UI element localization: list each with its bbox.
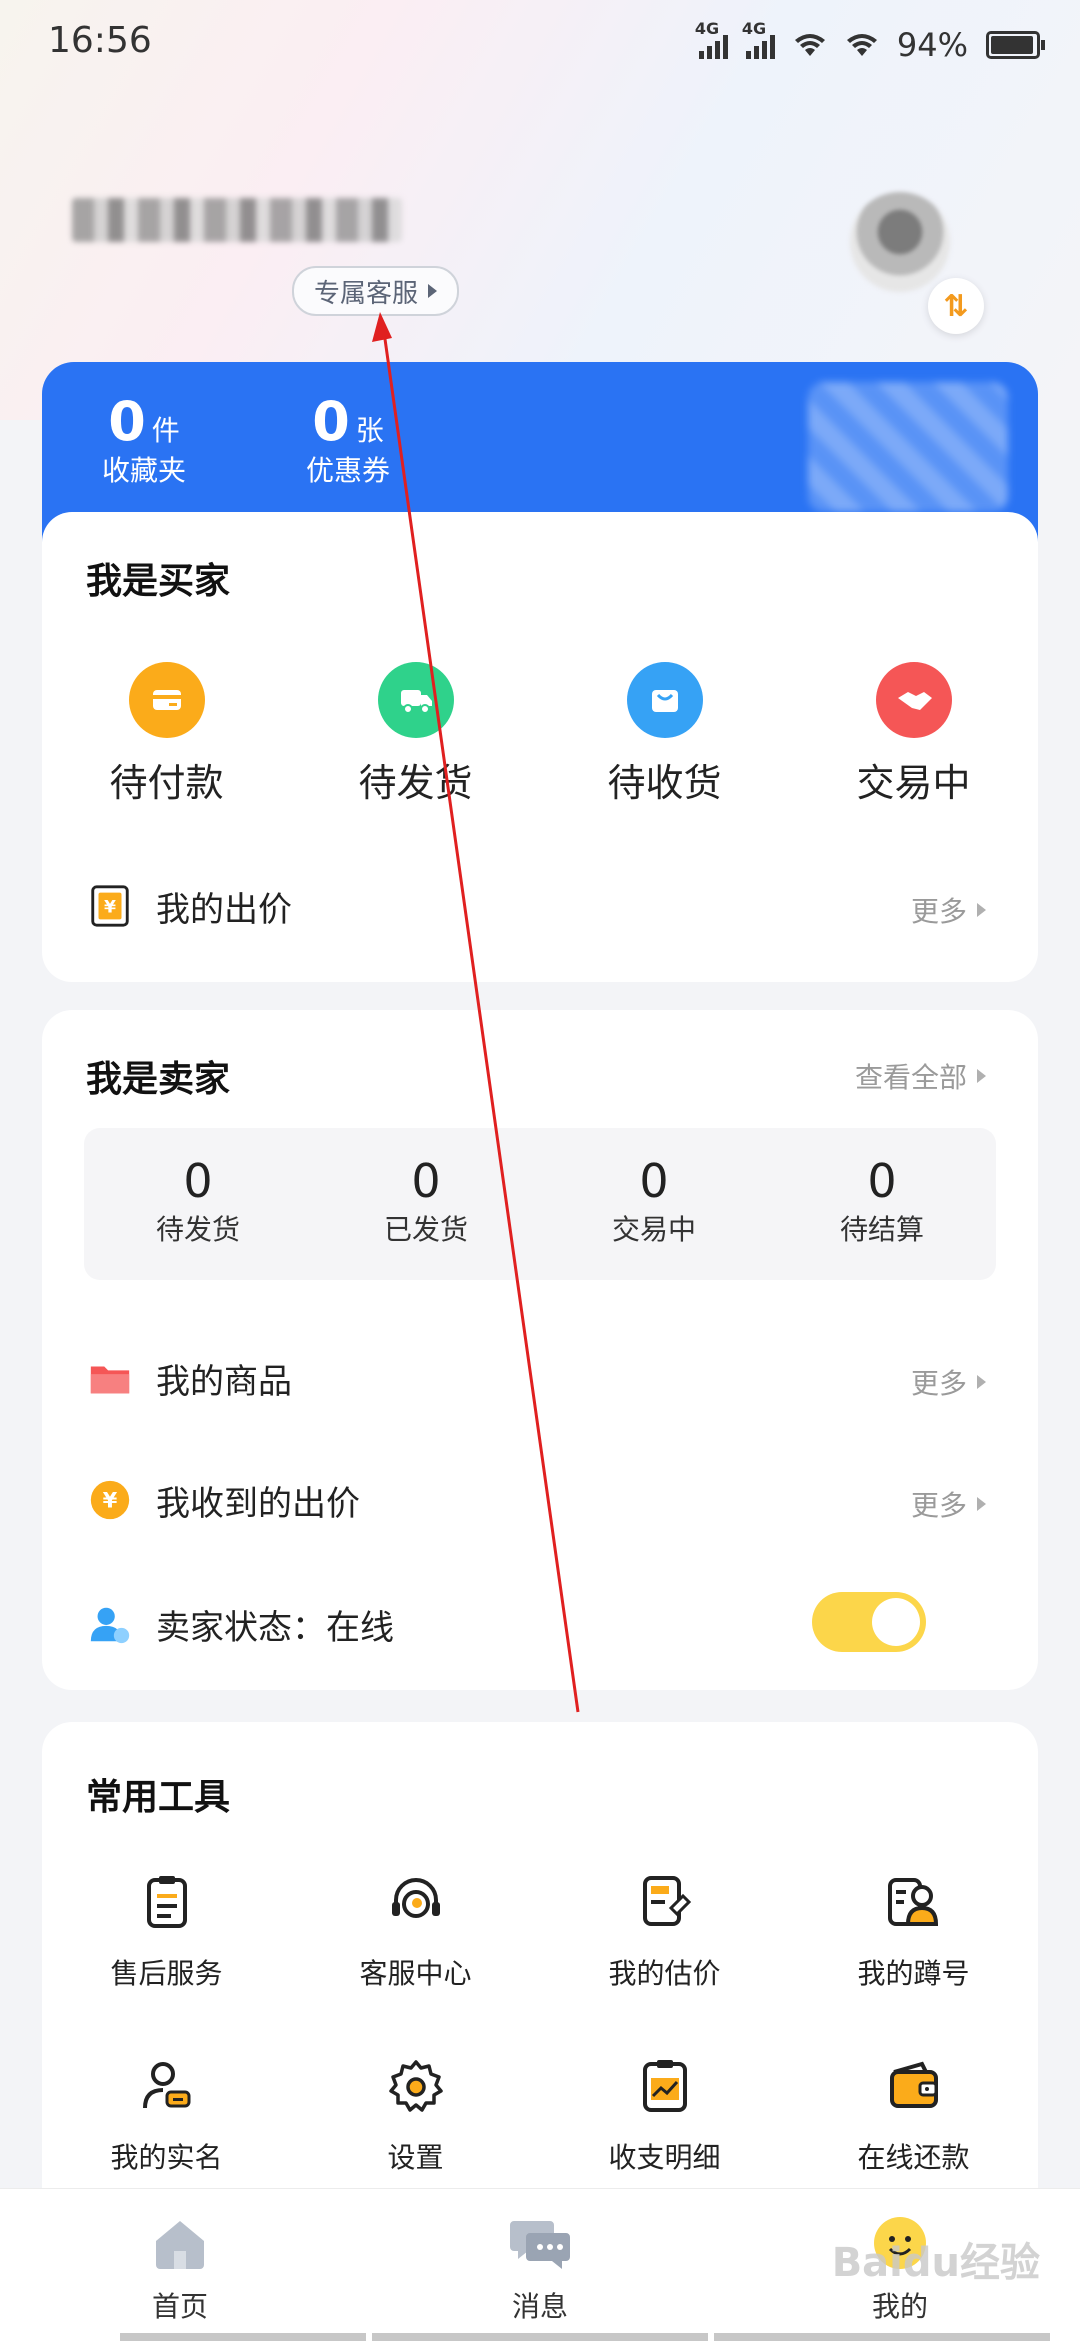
headset-icon bbox=[391, 1878, 440, 1918]
seller-view-all[interactable]: 查看全部 bbox=[855, 1056, 986, 1096]
home-icon bbox=[156, 2221, 204, 2269]
switch-account-icon[interactable]: ⇅ bbox=[928, 278, 984, 334]
seller-status-row: 卖家状态：在线 bbox=[86, 1592, 986, 1654]
wallet-icon bbox=[889, 2061, 938, 2108]
seller-stat-pending-settle[interactable]: 0 待结算 bbox=[768, 1128, 996, 1280]
seller-stat-pending-ship[interactable]: 0 待发货 bbox=[84, 1128, 312, 1280]
bag-icon bbox=[626, 662, 703, 738]
truck-icon bbox=[377, 662, 454, 738]
received-bids-row[interactable]: ¥ 我收到的出价 bbox=[86, 1470, 986, 1530]
seller-title: 我是卖家 bbox=[86, 1059, 231, 1100]
user-name-blurred bbox=[72, 198, 402, 242]
tool-income-expense[interactable]: 收支明细 bbox=[540, 2056, 789, 2176]
seller-status-toggle[interactable] bbox=[812, 1592, 926, 1652]
chevron-right-icon bbox=[977, 1069, 986, 1083]
order-pending-payment[interactable]: 待付款 bbox=[42, 662, 291, 807]
clipboard-icon bbox=[146, 1876, 187, 1928]
folder-icon bbox=[86, 1354, 134, 1402]
tool-customer-center[interactable]: 客服中心 bbox=[291, 1872, 540, 1992]
member-banner-blurred bbox=[808, 382, 1008, 512]
buyer-title: 我是买家 bbox=[86, 561, 231, 602]
seller-card: 我是卖家 查看全部 0 待发货 0 已发货 0 交易中 0 待结算 我的商品 更多 ¥ … bbox=[42, 1010, 1038, 1690]
seller-stats: 0 待发货 0 已发货 0 交易中 0 待结算 bbox=[84, 1128, 996, 1280]
chart-clipboard-icon bbox=[642, 2060, 687, 2112]
message-icon bbox=[510, 2221, 570, 2269]
my-goods-more[interactable]: 更多 bbox=[911, 1362, 986, 1402]
chevron-right-icon bbox=[428, 284, 438, 298]
order-pending-shipment[interactable]: 待发货 bbox=[291, 662, 540, 807]
watermark: Baidu经验 bbox=[831, 2240, 1040, 2286]
tools-title: 常用工具 bbox=[86, 1777, 231, 1818]
status-time: 16:56 bbox=[48, 20, 152, 61]
profile-card-icon bbox=[887, 1878, 938, 1926]
buyer-orders: 待付款 待发货 待收货 交易中 bbox=[42, 662, 1038, 807]
tool-real-name[interactable]: 我的实名 bbox=[42, 2056, 291, 2176]
favorites-stat[interactable]: 0件 收藏夹 bbox=[102, 390, 186, 489]
seller-stat-shipped[interactable]: 0 已发货 bbox=[312, 1128, 540, 1280]
my-bids-row[interactable]: ¥ 我的出价 bbox=[86, 876, 986, 936]
tool-my-estimate[interactable]: 我的估价 bbox=[540, 1872, 789, 1992]
wifi-icon bbox=[846, 34, 877, 56]
tab-messages[interactable]: 消息 bbox=[470, 2211, 610, 2325]
tool-my-watch[interactable]: 我的蹲号 bbox=[789, 1872, 1038, 1992]
tool-after-sales[interactable]: 售后服务 bbox=[42, 1872, 291, 1992]
tools-row-2: 我的实名 设置 收支明细 在线还款 bbox=[42, 2056, 1038, 2176]
order-pending-receipt[interactable]: 待收货 bbox=[540, 662, 789, 807]
seller-status-icon bbox=[86, 1600, 134, 1648]
status-icons: 4G 4G 94% bbox=[695, 19, 1045, 64]
wifi-icon bbox=[794, 34, 825, 56]
signal-icon: 4G bbox=[695, 19, 728, 59]
yuan-tag-icon: ¥ bbox=[86, 882, 134, 930]
yuan-coin-icon: ¥ bbox=[86, 1476, 134, 1524]
handshake-icon bbox=[875, 662, 952, 738]
user-id-icon bbox=[142, 2062, 190, 2109]
avatar[interactable] bbox=[850, 192, 950, 292]
coupons-stat[interactable]: 0张 优惠券 bbox=[306, 390, 390, 489]
battery-percent: 94% bbox=[896, 26, 968, 64]
my-goods-row[interactable]: 我的商品 bbox=[86, 1348, 986, 1408]
status-bar: 16:56 4G 4G 94% bbox=[48, 18, 1045, 68]
battery-icon bbox=[986, 31, 1045, 59]
chevron-right-icon bbox=[977, 903, 986, 917]
chevron-right-icon bbox=[977, 1497, 986, 1511]
tool-online-repay[interactable]: 在线还款 bbox=[789, 2056, 1038, 2176]
svg-text:¥: ¥ bbox=[103, 1488, 118, 1513]
order-in-trade[interactable]: 交易中 bbox=[789, 662, 1038, 807]
chevron-right-icon bbox=[977, 1375, 986, 1389]
signal-icon: 4G bbox=[742, 19, 775, 59]
tab-home[interactable]: 首页 bbox=[110, 2211, 250, 2325]
exclusive-service-label: 专属客服 bbox=[314, 278, 419, 309]
received-bids-more[interactable]: 更多 bbox=[911, 1484, 986, 1524]
estimate-icon bbox=[642, 1876, 691, 1926]
gear-icon bbox=[388, 2060, 443, 2112]
exclusive-service-button[interactable]: 专属客服 bbox=[292, 266, 460, 316]
wallet-icon bbox=[128, 662, 205, 738]
my-bids-more[interactable]: 更多 bbox=[911, 890, 986, 930]
tools-row-1: 售后服务 客服中心 我的估价 我的蹲号 bbox=[42, 1872, 1038, 1992]
tool-settings[interactable]: 设置 bbox=[291, 2056, 540, 2176]
buyer-card: 我是买家 待付款 待发货 待收货 交易中 ¥ 我的出价 更多 bbox=[42, 512, 1038, 982]
svg-text:¥: ¥ bbox=[104, 898, 116, 918]
seller-stat-in-trade[interactable]: 0 交易中 bbox=[540, 1128, 768, 1280]
